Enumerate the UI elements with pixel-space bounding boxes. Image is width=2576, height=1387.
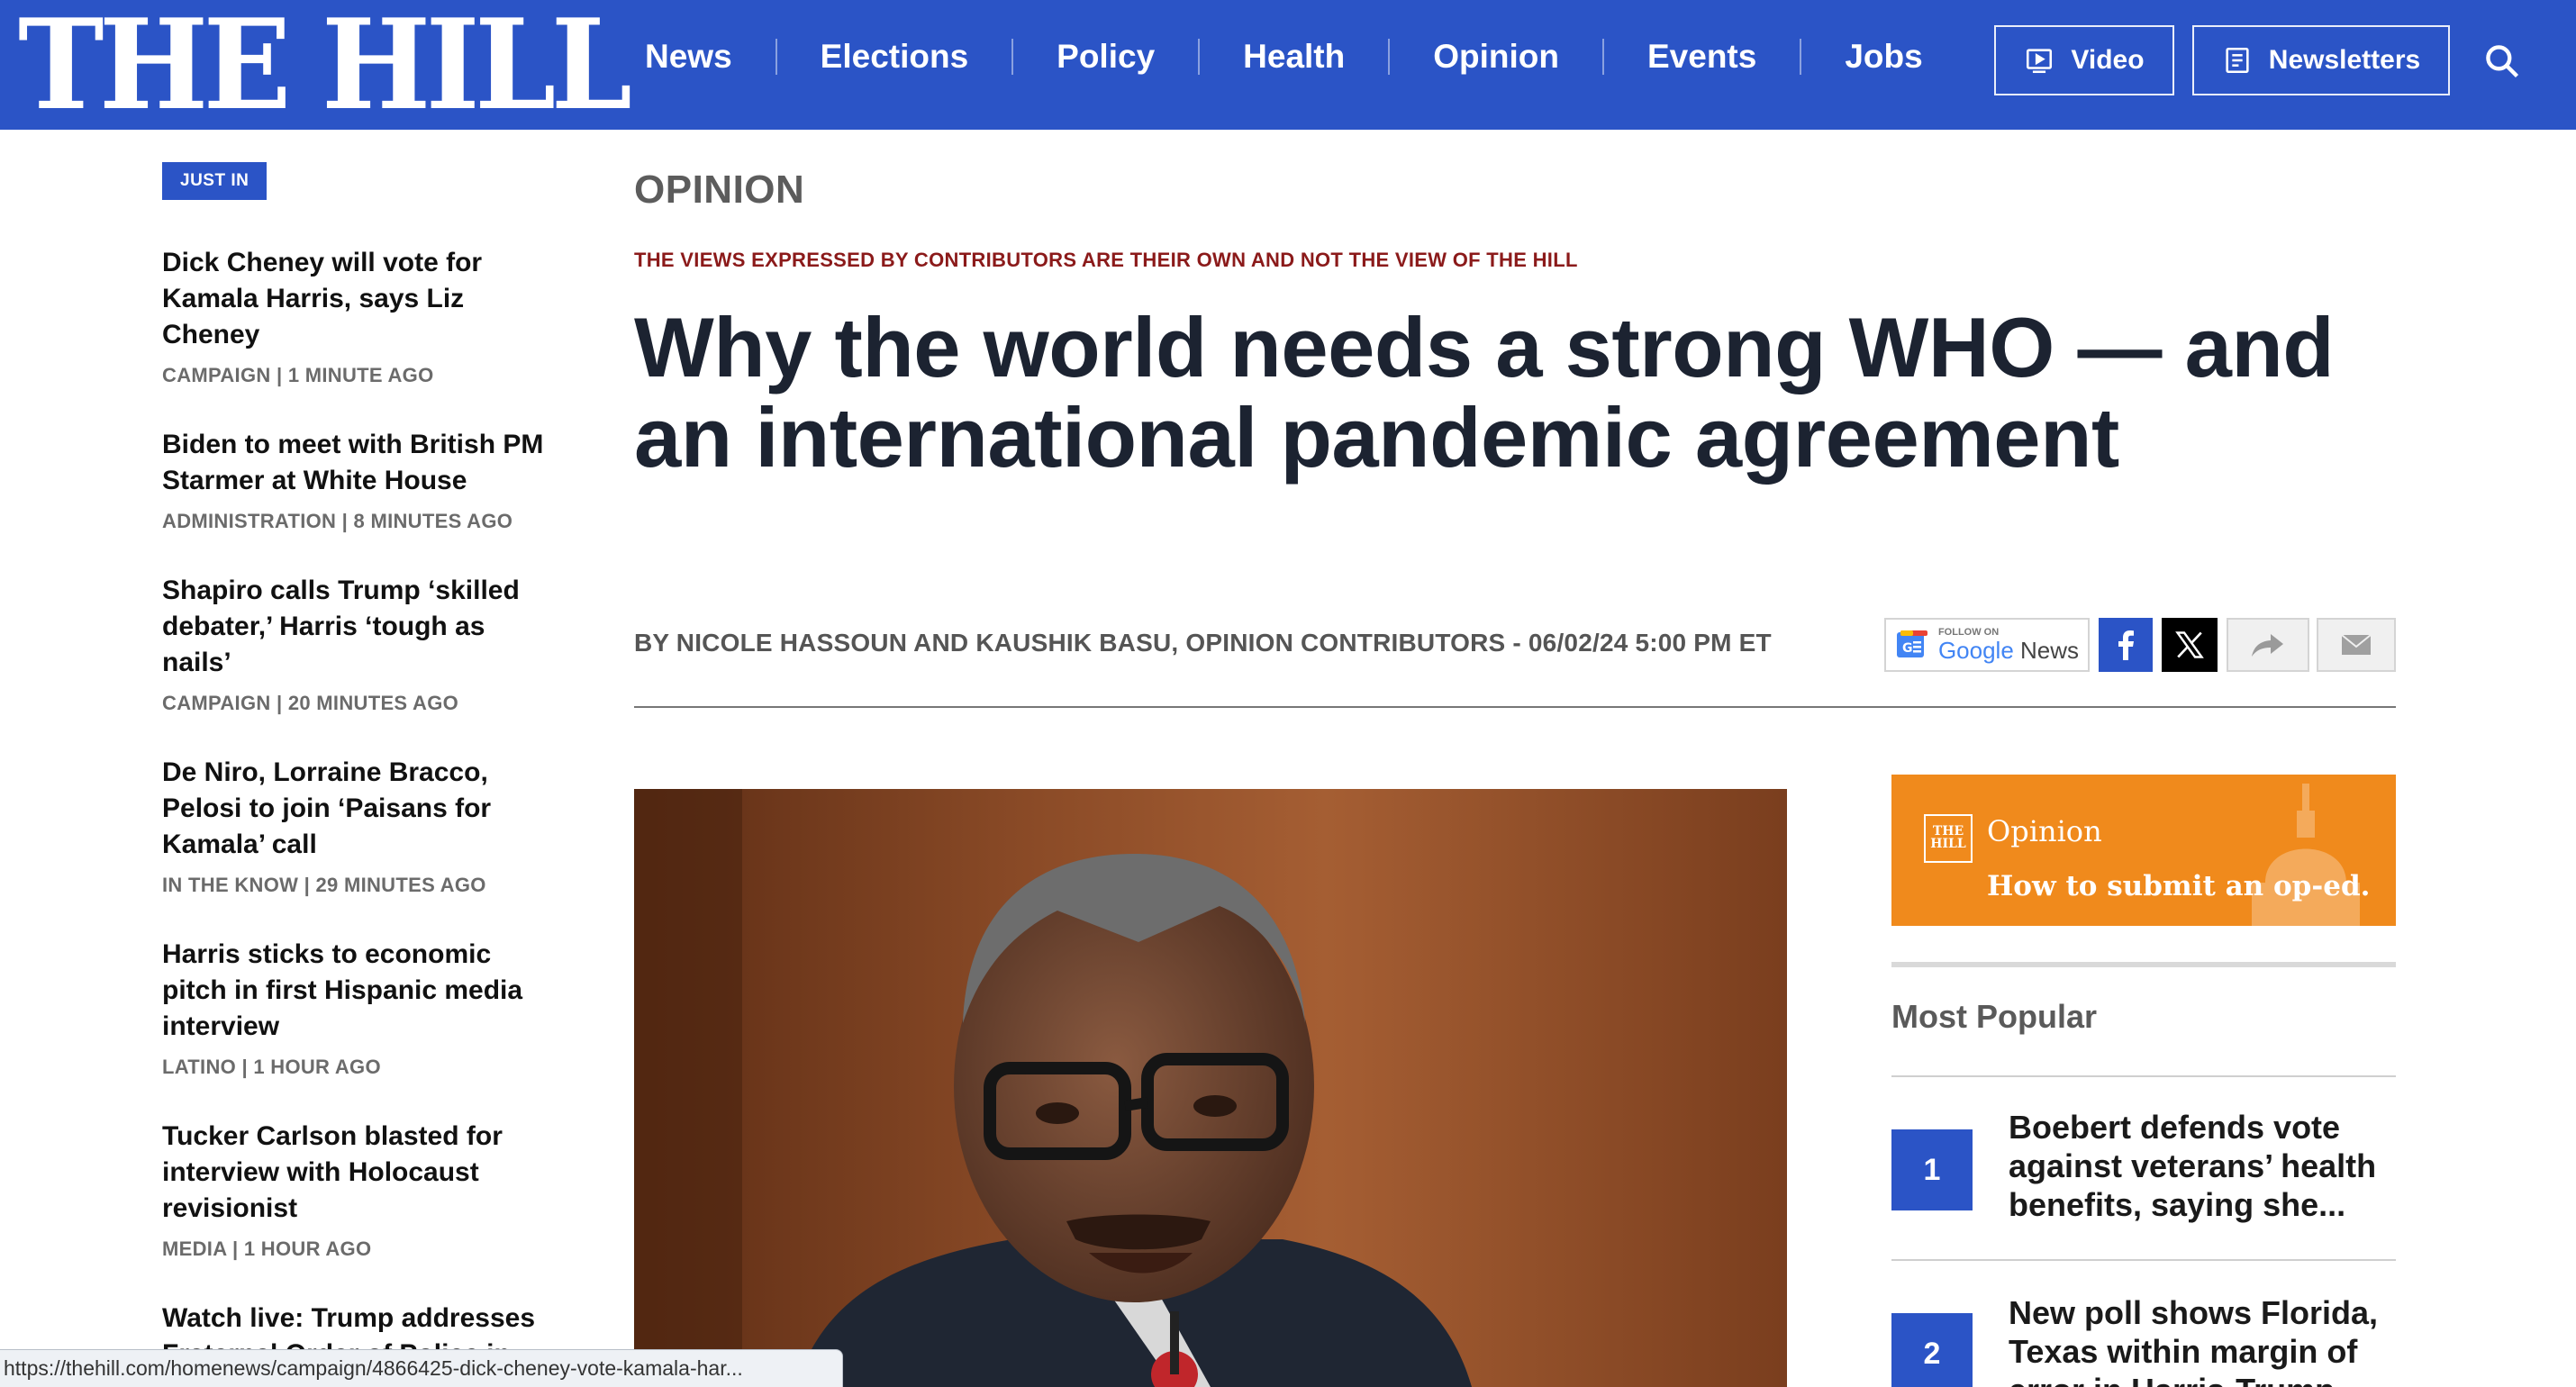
list-item[interactable]: Biden to meet with British PM Starmer at… <box>162 427 558 533</box>
email-icon <box>2341 634 2372 655</box>
x-icon <box>2175 631 2204 658</box>
nav-opinion[interactable]: Opinion <box>1390 38 1602 76</box>
google-news-follow-button[interactable]: G FOLLOW ON Google News <box>1884 618 2090 672</box>
promo-label: Opinion <box>1987 814 2102 848</box>
section-label[interactable]: OPINION <box>634 168 804 213</box>
google-news-icon: G <box>1896 630 1927 657</box>
newsletter-icon <box>2226 47 2249 74</box>
just-in-badge: JUST IN <box>162 162 268 200</box>
list-item[interactable]: Dick Cheney will vote for Kamala Harris,… <box>162 245 558 387</box>
site-header: THE HILL News Elections Policy Health Op… <box>0 0 2576 130</box>
rail-story-meta: CAMPAIGN | 1 MINUTE AGO <box>162 364 434 386</box>
sidebar-divider <box>1891 962 2396 967</box>
article-byline: BY NICOLE HASSOUN AND KAUSHIK BASU, OPIN… <box>634 629 1772 657</box>
nav-elections[interactable]: Elections <box>777 38 1012 76</box>
newsletters-button[interactable]: Newsletters <box>2192 25 2450 95</box>
nav-jobs[interactable]: Jobs <box>1801 38 1965 76</box>
email-share-button[interactable] <box>2317 618 2396 672</box>
popular-story-title[interactable]: New poll shows Florida, Texas within mar… <box>2009 1293 2405 1387</box>
nav-health[interactable]: Health <box>1200 38 1388 76</box>
rail-story-title[interactable]: Tucker Carlson blasted for interview wit… <box>162 1119 558 1227</box>
google-news-text: FOLLOW ON Google News <box>1938 627 2079 663</box>
nav-policy[interactable]: Policy <box>1013 38 1198 76</box>
share-button[interactable] <box>2227 618 2309 672</box>
list-item[interactable]: Harris sticks to economic pitch in first… <box>162 937 558 1079</box>
article-header-divider <box>634 706 2396 708</box>
nav-news[interactable]: News <box>612 38 776 76</box>
popular-rank-badge: 2 <box>1891 1313 1973 1387</box>
nav-events[interactable]: Events <box>1604 38 1800 76</box>
video-button[interactable]: Video <box>1994 25 2174 95</box>
search-icon[interactable] <box>2482 41 2522 81</box>
article-hero-image[interactable] <box>634 789 1787 1387</box>
x-share-button[interactable] <box>2162 618 2218 672</box>
rail-story-meta: IN THE KNOW | 29 MINUTES AGO <box>162 874 486 896</box>
rail-story-title[interactable]: Dick Cheney will vote for Kamala Harris,… <box>162 245 558 353</box>
just-in-rail: JUST IN Dick Cheney will vote for Kamala… <box>162 162 558 1369</box>
rail-story-meta: CAMPAIGN | 20 MINUTES AGO <box>162 692 459 714</box>
newsletters-label: Newsletters <box>2268 45 2421 75</box>
promo-hill-logo: THE HILL <box>1924 814 1973 863</box>
video-play-icon <box>2027 49 2053 74</box>
opinion-disclaimer: THE VIEWS EXPRESSED BY CONTRIBUTORS ARE … <box>634 249 1578 271</box>
main-nav: News Elections Policy Health Opinion Eve… <box>612 0 1966 113</box>
rail-story-meta: MEDIA | 1 HOUR AGO <box>162 1237 372 1260</box>
submit-op-ed-promo[interactable]: THE HILL Opinion How to submit an op-ed. <box>1891 775 2396 926</box>
share-forward-icon <box>2252 634 2283 657</box>
site-logo[interactable]: THE HILL <box>18 3 632 127</box>
popular-rank-badge: 1 <box>1891 1129 1973 1210</box>
rail-story-title[interactable]: Shapiro calls Trump ‘skilled debater,’ H… <box>162 573 558 681</box>
rail-story-meta: LATINO | 1 HOUR AGO <box>162 1056 381 1078</box>
most-popular-heading: Most Popular <box>1891 998 2098 1035</box>
sidebar-divider <box>1891 1075 2396 1077</box>
google-news-news: News <box>2020 637 2080 664</box>
video-label: Video <box>2071 45 2145 75</box>
rail-story-title[interactable]: De Niro, Lorraine Bracco, Pelosi to join… <box>162 755 558 863</box>
speaker-photo-illustration <box>634 789 1787 1387</box>
promo-cta[interactable]: How to submit an op-ed. <box>1987 870 2370 902</box>
list-item[interactable]: Shapiro calls Trump ‘skilled debater,’ H… <box>162 573 558 715</box>
rail-story-title[interactable]: Biden to meet with British PM Starmer at… <box>162 427 558 499</box>
svg-text:G: G <box>1902 641 1913 656</box>
rail-story-title[interactable]: Harris sticks to economic pitch in first… <box>162 937 558 1045</box>
google-news-google: Google <box>1937 637 2014 664</box>
capitol-dome-graphic <box>2252 784 2360 926</box>
list-item[interactable]: De Niro, Lorraine Bracco, Pelosi to join… <box>162 755 558 897</box>
rail-story-meta: ADMINISTRATION | 8 MINUTES AGO <box>162 510 513 532</box>
sidebar-divider <box>1891 1259 2396 1261</box>
facebook-share-button[interactable] <box>2099 618 2153 672</box>
article-headline: Why the world needs a strong WHO — and a… <box>634 300 2335 485</box>
link-status-bar: https://thehill.com/homenews/campaign/48… <box>0 1349 843 1387</box>
facebook-icon <box>2118 630 2134 660</box>
popular-story-title[interactable]: Boebert defends vote against veterans’ h… <box>2009 1108 2405 1224</box>
list-item[interactable]: Tucker Carlson blasted for interview wit… <box>162 1119 558 1261</box>
